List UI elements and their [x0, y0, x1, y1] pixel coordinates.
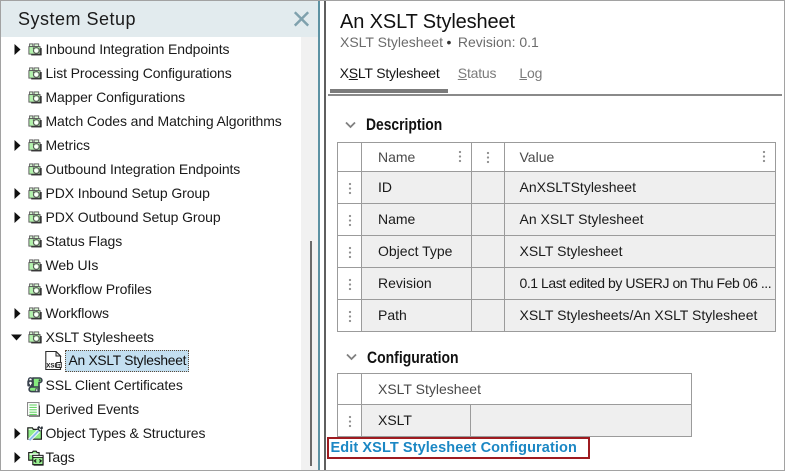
svg-text:T: T: [58, 363, 61, 368]
